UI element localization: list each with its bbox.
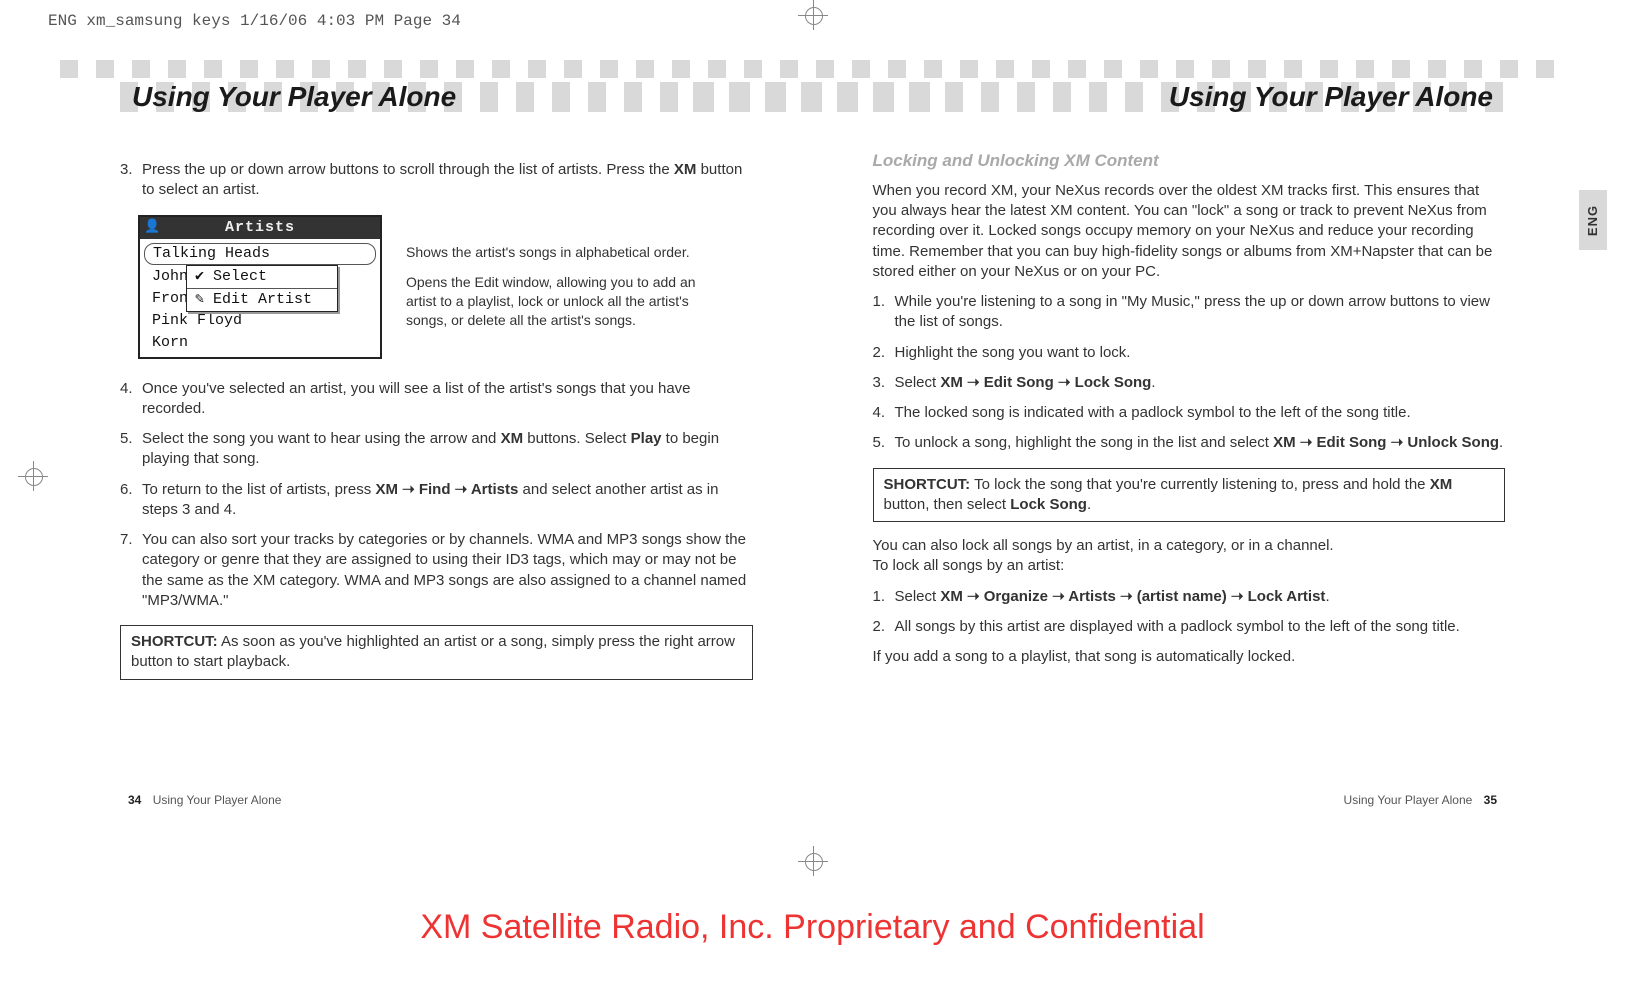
footer-right: Using Your Player Alone 35 <box>1344 793 1505 807</box>
lcd-title: Artists <box>225 219 295 237</box>
body-text: If you add a song to a playlist, that so… <box>873 647 1506 667</box>
body-text: Select <box>895 374 941 391</box>
step-number: 5. <box>120 429 142 470</box>
shortcut-label: SHORTCUT: <box>884 476 971 493</box>
step-3: 3. Press the up or down arrow buttons to… <box>120 160 753 201</box>
xm-bold: XM <box>674 161 697 178</box>
popup-select: ✔ Select <box>187 266 337 288</box>
language-tab: ENG <box>1579 190 1607 250</box>
person-icon: 👤 <box>144 219 161 235</box>
step-4: 4. Once you've selected an artist, you w… <box>120 379 753 420</box>
menu-path: XM ➝ Organize ➝ Artists ➝ (artist name) … <box>940 588 1325 605</box>
crop-mark-bottom <box>802 850 824 872</box>
header-band: Using Your Player Alone Using Your Playe… <box>60 60 1565 120</box>
body-text: . <box>1325 588 1329 605</box>
callout-edit-artist: Opens the Edit window, allowing you to a… <box>406 273 726 330</box>
lcd-titlebar: 👤 Artists <box>140 217 380 239</box>
step-6: 6. To return to the list of artists, pre… <box>120 480 753 521</box>
body-text: While you're listening to a song in "My … <box>895 292 1506 333</box>
crop-mark-top <box>802 4 824 26</box>
step-number: 4. <box>873 403 895 423</box>
menu-path: XM ➝ Find ➝ Artists <box>375 481 518 498</box>
language-tab-label: ENG <box>1586 204 1601 235</box>
popup-edit-artist: ✎ Edit Artist <box>187 288 337 311</box>
lcd-row: Korn <box>144 333 376 353</box>
header-left-title: Using Your Player Alone <box>132 81 456 113</box>
r-step-1: 1. While you're listening to a song in "… <box>873 292 1506 333</box>
page-number-left: 34 <box>128 793 141 807</box>
body-text: You can also lock all songs by an artist… <box>873 536 1506 556</box>
lock-song-bold: Lock Song <box>1010 496 1087 513</box>
step-number: 6. <box>120 480 142 521</box>
header-dots <box>60 60 1565 78</box>
right-column: Locking and Unlocking XM Content When yo… <box>813 150 1566 694</box>
r-step-4: 4. The locked song is indicated with a p… <box>873 403 1506 423</box>
footer: 34 Using Your Player Alone Using Your Pl… <box>60 793 1565 807</box>
step-7: 7. You can also sort your tracks by cate… <box>120 530 753 611</box>
body-text: . <box>1151 374 1155 391</box>
left-column: 3. Press the up or down arrow buttons to… <box>60 150 813 694</box>
footer-text: Using Your Player Alone <box>153 793 282 807</box>
lcd-illustration: 👤 Artists Talking Heads John Fron Pink F… <box>120 215 753 359</box>
print-slug: ENG xm_samsung keys 1/16/06 4:03 PM Page… <box>48 12 461 30</box>
callout-select: Shows the artist's songs in alphabetical… <box>406 243 726 262</box>
body-text: Select the song you want to hear using t… <box>142 430 501 447</box>
body-text: To return to the list of artists, press <box>142 481 375 498</box>
crop-mark-side <box>22 465 44 487</box>
body-text: Highlight the song you want to lock. <box>895 343 1506 363</box>
body-text: buttons. Select <box>523 430 631 447</box>
shortcut-box: SHORTCUT: As soon as you've highlighted … <box>120 625 753 680</box>
body-text: . <box>1499 434 1503 451</box>
r-step-2: 2. Highlight the song you want to lock. <box>873 343 1506 363</box>
header-right: Using Your Player Alone <box>753 82 1566 112</box>
body-text: The locked song is indicated with a padl… <box>895 403 1506 423</box>
lcd-screen: 👤 Artists Talking Heads John Fron Pink F… <box>138 215 382 359</box>
body-text: Press the up or down arrow buttons to sc… <box>142 161 674 178</box>
body-text: . <box>1087 496 1091 513</box>
step-number: 2. <box>873 343 895 363</box>
body-text: button, then select <box>884 496 1011 513</box>
r2-step-2: 2. All songs by this artist are displaye… <box>873 617 1506 637</box>
menu-path: XM ➝ Edit Song ➝ Lock Song <box>940 374 1151 391</box>
step-number: 5. <box>873 433 895 453</box>
body-text: To lock the song that you're currently l… <box>970 476 1430 493</box>
body-text: To unlock a song, highlight the song in … <box>895 434 1274 451</box>
body-text: To lock all songs by an artist: <box>873 556 1506 576</box>
header-right-title: Using Your Player Alone <box>1169 81 1493 113</box>
step-number: 3. <box>873 373 895 393</box>
body-text: Once you've selected an artist, you will… <box>142 379 753 420</box>
xm-bold: XM <box>501 430 524 447</box>
page-number-right: 35 <box>1484 793 1497 807</box>
lcd-row: Pink Floyd <box>144 311 376 331</box>
body-text: As soon as you've highlighted an artist … <box>131 633 735 670</box>
step-number: 1. <box>873 587 895 607</box>
footer-text: Using Your Player Alone <box>1344 793 1473 807</box>
menu-path: XM ➝ Edit Song ➝ Unlock Song <box>1273 434 1499 451</box>
shortcut-box: SHORTCUT: To lock the song that you're c… <box>873 468 1506 523</box>
step-number: 1. <box>873 292 895 333</box>
play-bold: Play <box>631 430 662 447</box>
step-number: 4. <box>120 379 142 420</box>
r-step-3: 3. Select XM ➝ Edit Song ➝ Lock Song. <box>873 373 1506 393</box>
body-text: Select <box>895 588 941 605</box>
step-number: 7. <box>120 530 142 611</box>
lcd-popup: ✔ Select ✎ Edit Artist <box>186 265 338 312</box>
page-spread: Using Your Player Alone Using Your Playe… <box>60 60 1565 807</box>
footer-left: 34 Using Your Player Alone <box>120 793 281 807</box>
r2-step-1: 1. Select XM ➝ Organize ➝ Artists ➝ (art… <box>873 587 1506 607</box>
r-step-5: 5. To unlock a song, highlight the song … <box>873 433 1506 453</box>
callouts: Shows the artist's songs in alphabetical… <box>406 215 726 337</box>
step-number: 3. <box>120 160 142 201</box>
lcd-row: Talking Heads <box>144 243 376 265</box>
xm-bold: XM <box>1430 476 1453 493</box>
shortcut-label: SHORTCUT: <box>131 633 218 650</box>
confidential-stamp: XM Satellite Radio, Inc. Proprietary and… <box>0 908 1625 947</box>
intro-paragraph: When you record XM, your NeXus records o… <box>873 181 1506 282</box>
body-text: You can also sort your tracks by categor… <box>142 530 753 611</box>
step-number: 2. <box>873 617 895 637</box>
step-5: 5. Select the song you want to hear usin… <box>120 429 753 470</box>
section-title: Locking and Unlocking XM Content <box>873 150 1506 173</box>
body-text: All songs by this artist are displayed w… <box>895 617 1506 637</box>
